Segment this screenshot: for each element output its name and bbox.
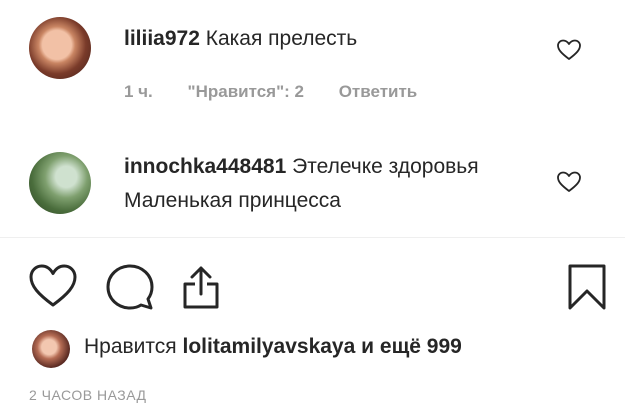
- comment-text: liliia972 Какая прелесть: [124, 22, 357, 56]
- likes-prefix: Нравится: [84, 335, 177, 358]
- bookmark-icon[interactable]: [567, 263, 607, 311]
- divider: [0, 237, 625, 238]
- likes-text[interactable]: Нравится lolitamilyavskaya и ещё 999: [84, 335, 462, 359]
- reply-button[interactable]: Ответить: [339, 82, 418, 101]
- likes-username[interactable]: lolitamilyavskaya: [183, 335, 356, 358]
- comment-meta: 1 ч. "Нравится": 2 Ответить: [124, 82, 447, 102]
- likes-others[interactable]: и ещё 999: [361, 335, 462, 358]
- avatar[interactable]: [29, 17, 91, 79]
- comment-item: innochka448481 Этелечке здоровья Маленьк…: [0, 140, 625, 235]
- comment-item: liliia972 Какая прелесть 1 ч. "Нравится"…: [0, 0, 625, 130]
- heart-icon[interactable]: [28, 263, 78, 309]
- comment-text: innochka448481 Этелечке здоровья Маленьк…: [124, 150, 544, 218]
- comment-username[interactable]: liliia972: [124, 27, 200, 50]
- comment-bubble-icon[interactable]: [105, 263, 155, 311]
- post-timestamp: 2 ЧАСОВ НАЗАД: [29, 387, 147, 403]
- comment-body: Какая прелесть: [205, 27, 358, 50]
- comment-like-heart-icon[interactable]: [556, 170, 582, 194]
- comment-time: 1 ч.: [124, 82, 153, 101]
- comment-like-heart-icon[interactable]: [556, 38, 582, 62]
- comment-likes-count[interactable]: "Нравится": 2: [188, 82, 304, 101]
- comment-username[interactable]: innochka448481: [124, 155, 286, 178]
- avatar[interactable]: [29, 152, 91, 214]
- share-icon[interactable]: [181, 264, 221, 310]
- avatar[interactable]: [32, 330, 70, 368]
